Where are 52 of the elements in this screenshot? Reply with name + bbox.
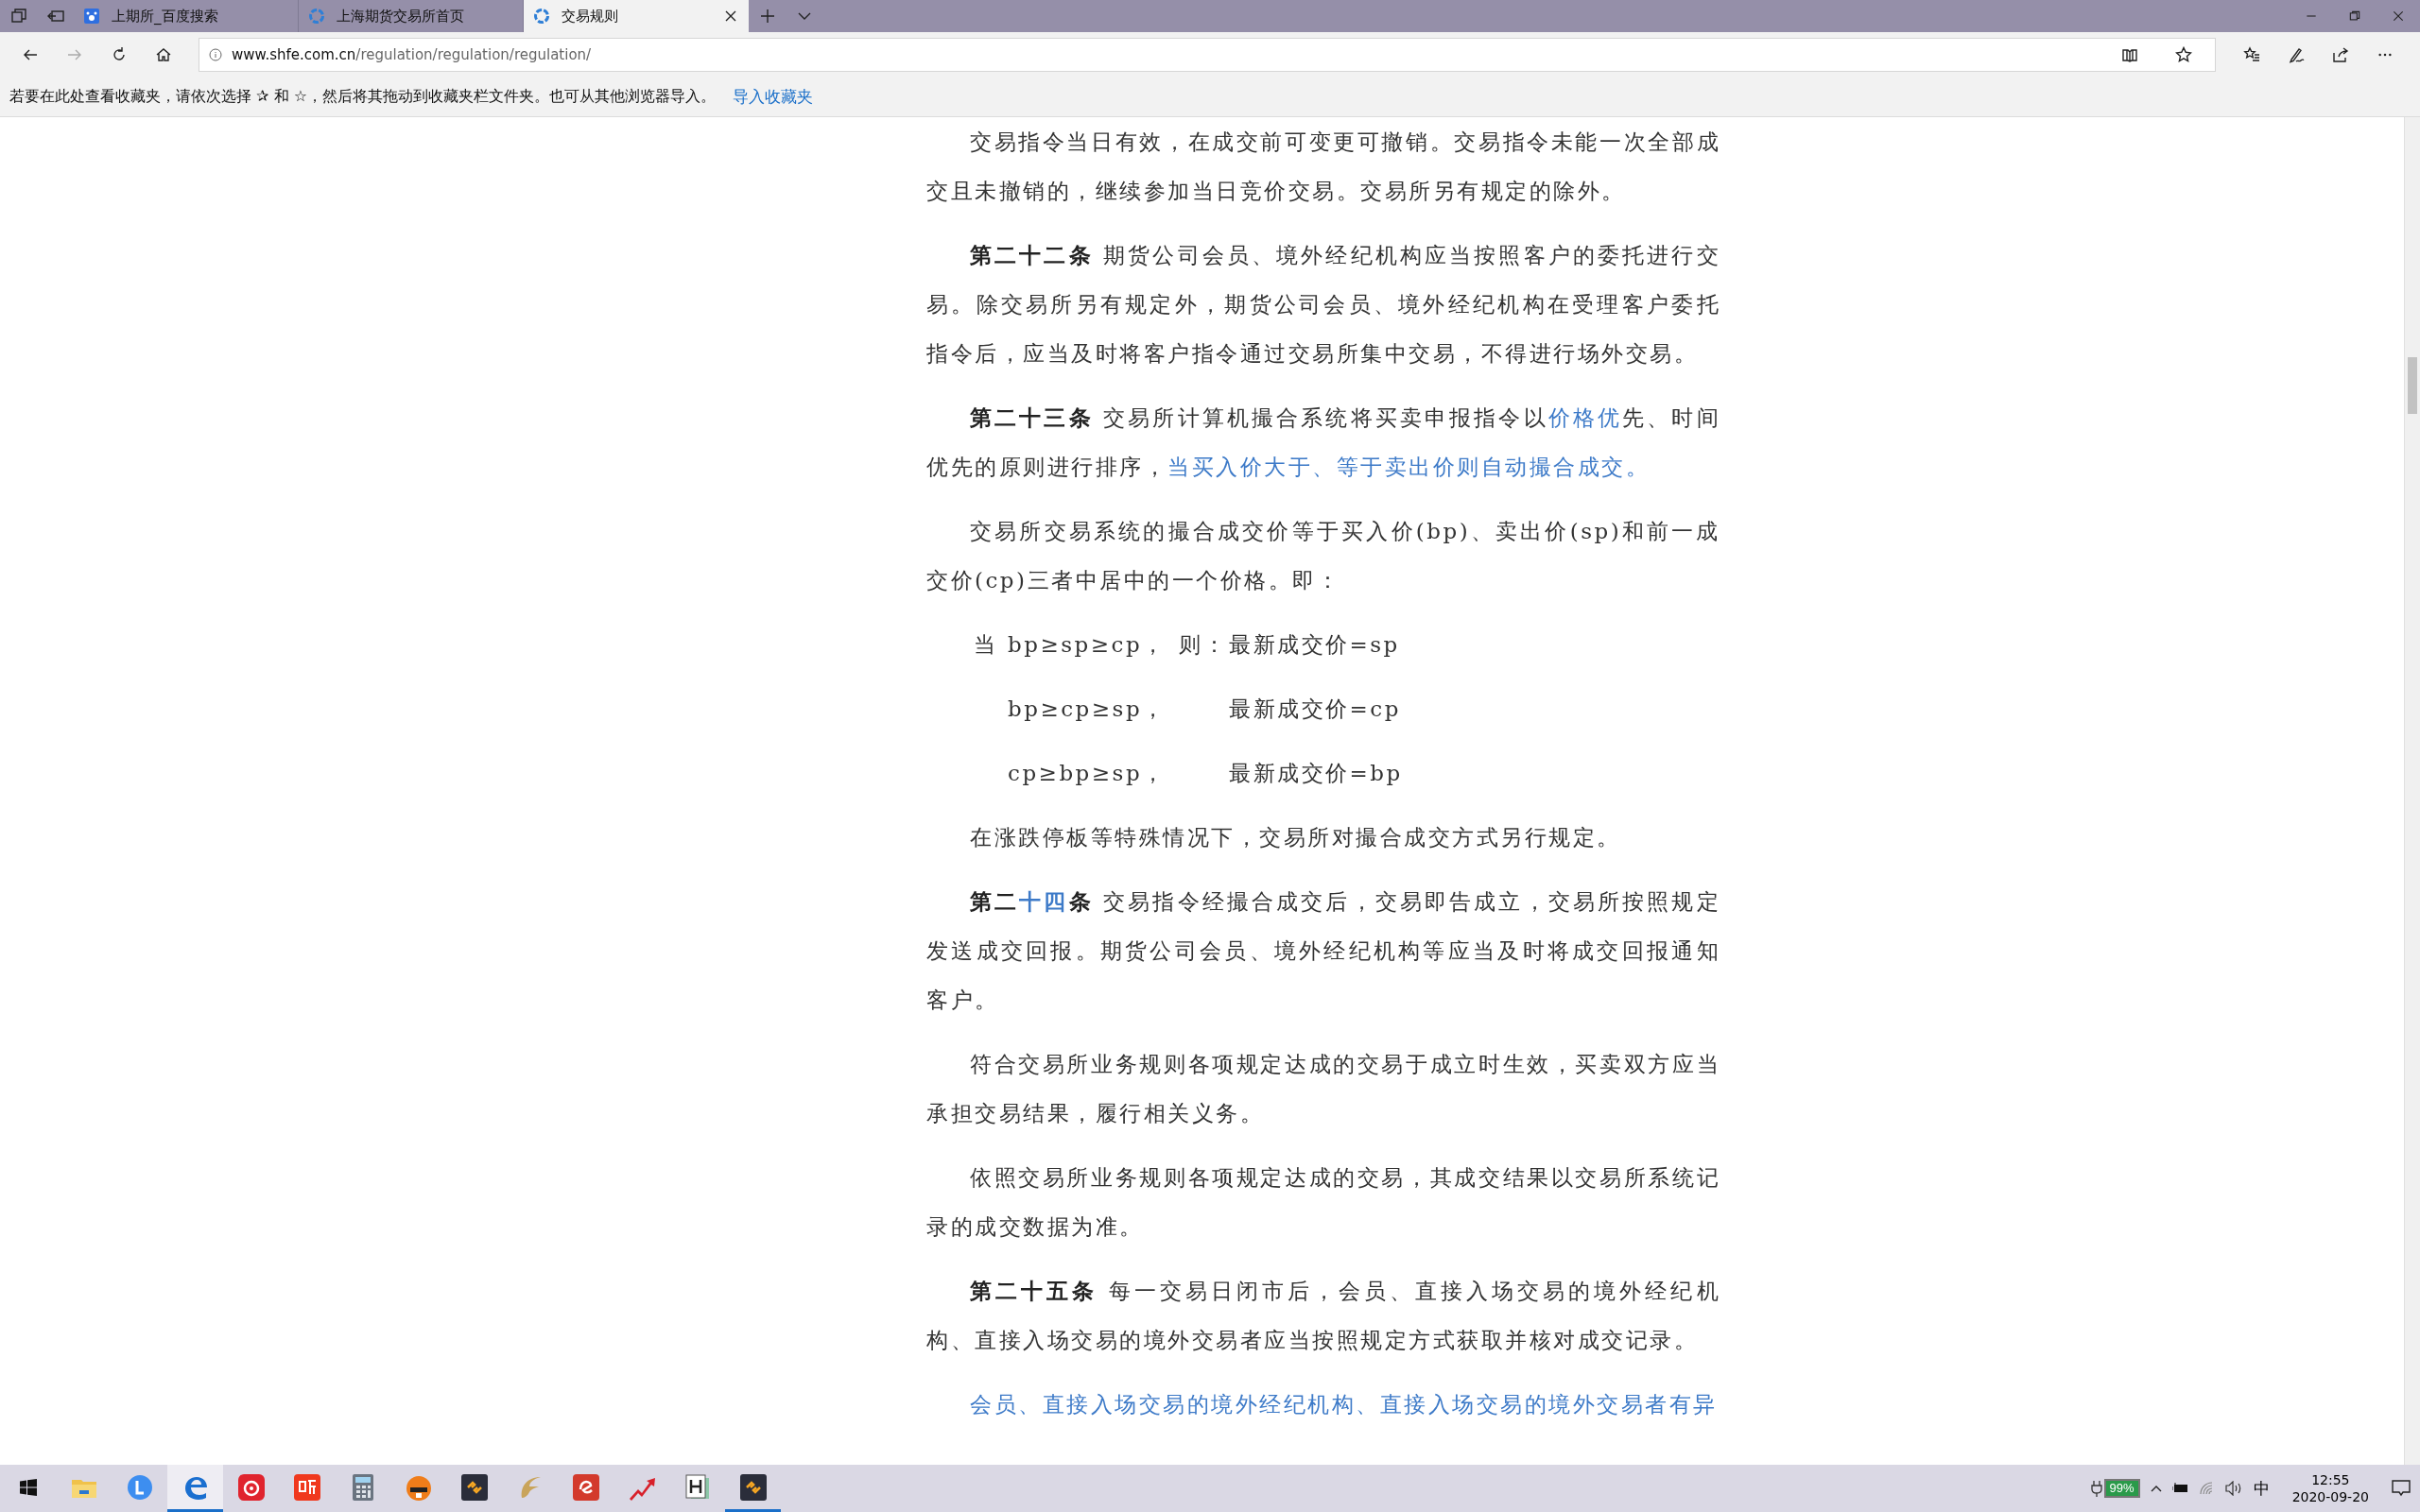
star-list-icon xyxy=(2242,45,2260,63)
scrollbar[interactable] xyxy=(2404,117,2420,1465)
paragraph: 第二十二条 期货公司会员、境外经纪机构应当按照客户的委托进行交易。除交易所另有规定外，期货公司会员、境外经纪机构在受理客户委托指令后，应当及时将客户指令通过交易所集中交易，不得进行场外交易。 xyxy=(926,241,1720,368)
notification-button[interactable] xyxy=(2392,1480,2411,1497)
plug-icon xyxy=(2090,1480,2102,1497)
formula-text: 最新成交价=sp xyxy=(1229,631,1401,659)
power-button[interactable] xyxy=(2171,1483,2189,1494)
ring-icon xyxy=(533,8,550,25)
battery-icon xyxy=(2171,1483,2189,1494)
paragraph: 在涨跌停板等特殊情况下，交易所对撮合成交方式另行规定。 xyxy=(969,824,1622,851)
import-favorites-link[interactable]: 导入收藏夹 xyxy=(733,85,813,108)
paragraph: 符合交易所业务规则各项规定达成的交易于成立时生效，买卖双方应当承担交易结果，履行相关义务。 xyxy=(926,1051,1720,1127)
set-aside-icon xyxy=(46,9,64,24)
restore-icon xyxy=(2348,9,2361,23)
formula-text: 最新成交价=cp xyxy=(1229,696,1402,723)
more-icon xyxy=(2377,52,2393,57)
home-icon xyxy=(154,45,172,63)
paragraph: 依照交易所业务规则各项规定达成的交易，其成交结果以交易所系统记录的成交数据为准。 xyxy=(926,1164,1720,1241)
e-logo-icon xyxy=(571,1472,600,1502)
info-icon xyxy=(209,47,222,61)
paragraph: 会员、直接入场交易的境外经纪机构、直接入场交易的境外交易者有异 xyxy=(969,1391,1719,1418)
paragraph: 交易所交易系统的撮合成交价等于买入价(bp)、卖出价(sp)和前一成交价(cp)三者中居中的一个价格。即： xyxy=(926,518,1720,594)
windows-logo-icon xyxy=(19,1478,37,1496)
close-icon xyxy=(2392,9,2405,23)
ring-icon xyxy=(308,8,325,25)
share-icon xyxy=(2331,45,2349,63)
browser-tab[interactable]: 交易规则 xyxy=(524,0,749,32)
favorites-hint: 若要在此处查看收藏夹，请依次选择 ✰ 和 ☆，然后将其拖动到收藏夹栏文件夹。也可从其他浏览器导入。 xyxy=(9,86,716,107)
formula-text: 当 xyxy=(974,631,999,659)
paragraph: 第二十五条 每一交易日闭市后，会员、直接入场交易的境外经纪机构、直接入场交易的境外交易者应当按照规定方式获取并核对成交记录。 xyxy=(926,1277,1720,1354)
star-icon xyxy=(2174,45,2192,63)
formula-text: cp≥bp≥sp， xyxy=(1008,760,1167,787)
pen-icon xyxy=(2287,45,2305,63)
music-app-icon xyxy=(236,1472,266,1502)
paw-icon xyxy=(83,8,100,25)
tabs-icon xyxy=(10,9,26,24)
input-method-button[interactable]: 中 xyxy=(2253,1477,2270,1500)
formula-text: 最新成交价=bp xyxy=(1229,760,1404,787)
formula-text: bp≥cp≥sp， xyxy=(1008,696,1167,723)
clock[interactable]: 12:55 2020-09-20 xyxy=(2278,1471,2382,1505)
l-circle-icon xyxy=(125,1472,154,1502)
speech-bubble-icon xyxy=(2392,1480,2411,1497)
paragraph: 第二十四 条 交易指令经撮合成交后，交易即告成立，交易所按照规定发送成交回报。期货公司会员、境外经纪机构等应当及时将成交回报通知客户。 xyxy=(926,887,1720,1014)
scroll-thumb[interactable] xyxy=(2408,357,2417,414)
plus-icon xyxy=(758,8,776,25)
h-document-icon xyxy=(683,1472,712,1502)
paragraph: 交易指令当日有效，在成交前可变更可撤销。交易指令未能一次全部成交且未撤销的，继续参加当日竞价交易。交易所另有规定的除外。 xyxy=(926,129,1720,205)
formula-text: 则： xyxy=(1179,631,1228,659)
address-field[interactable]: www.shfe.com.cn/regulation/regulation/regulation/ xyxy=(199,37,2216,72)
formula-text: bp≥sp≥cp， xyxy=(1008,631,1167,659)
paragraph: 第二十三条 交易所计算机撮合系统将买卖申报指令以价格优先、时间优先的原则进行排序，当买入价大于、等于卖出价则自动撮合成交。 xyxy=(926,404,1720,481)
listen-app-icon xyxy=(292,1472,321,1502)
